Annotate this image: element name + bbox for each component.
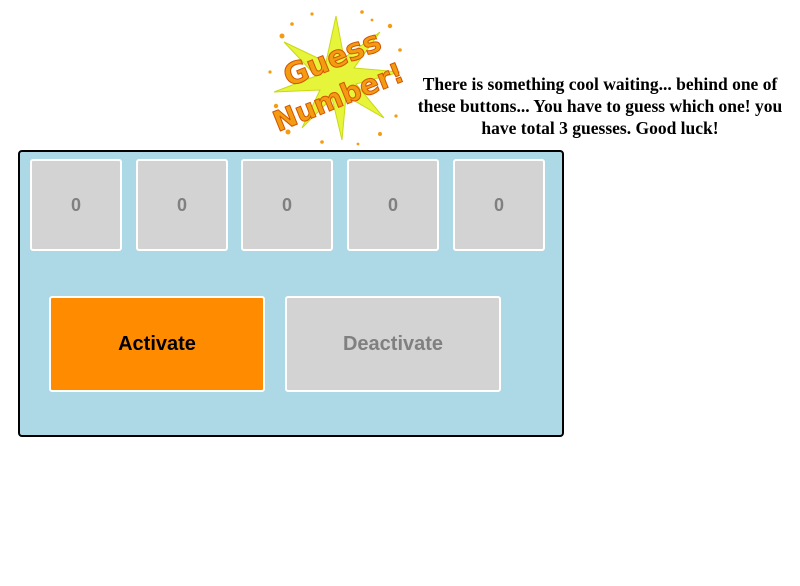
activate-button[interactable]: Activate: [49, 296, 265, 392]
guess-button-1[interactable]: 0: [30, 159, 122, 251]
guess-button-3[interactable]: 0: [241, 159, 333, 251]
guess-button-4[interactable]: 0: [347, 159, 439, 251]
guess-button-2[interactable]: 0: [136, 159, 228, 251]
guess-button-5[interactable]: 0: [453, 159, 545, 251]
instructions-text: There is something cool waiting... behin…: [417, 74, 783, 138]
deactivate-button[interactable]: Deactivate: [285, 296, 501, 392]
game-page: Guess Number! There is something cool wa…: [0, 0, 800, 586]
guess-number-logo-icon: Guess Number!: [268, 10, 409, 146]
game-board: 0 0 0 0 0 Activate Deactivate: [18, 150, 564, 437]
guess-number-logo: Guess Number!: [262, 6, 410, 148]
